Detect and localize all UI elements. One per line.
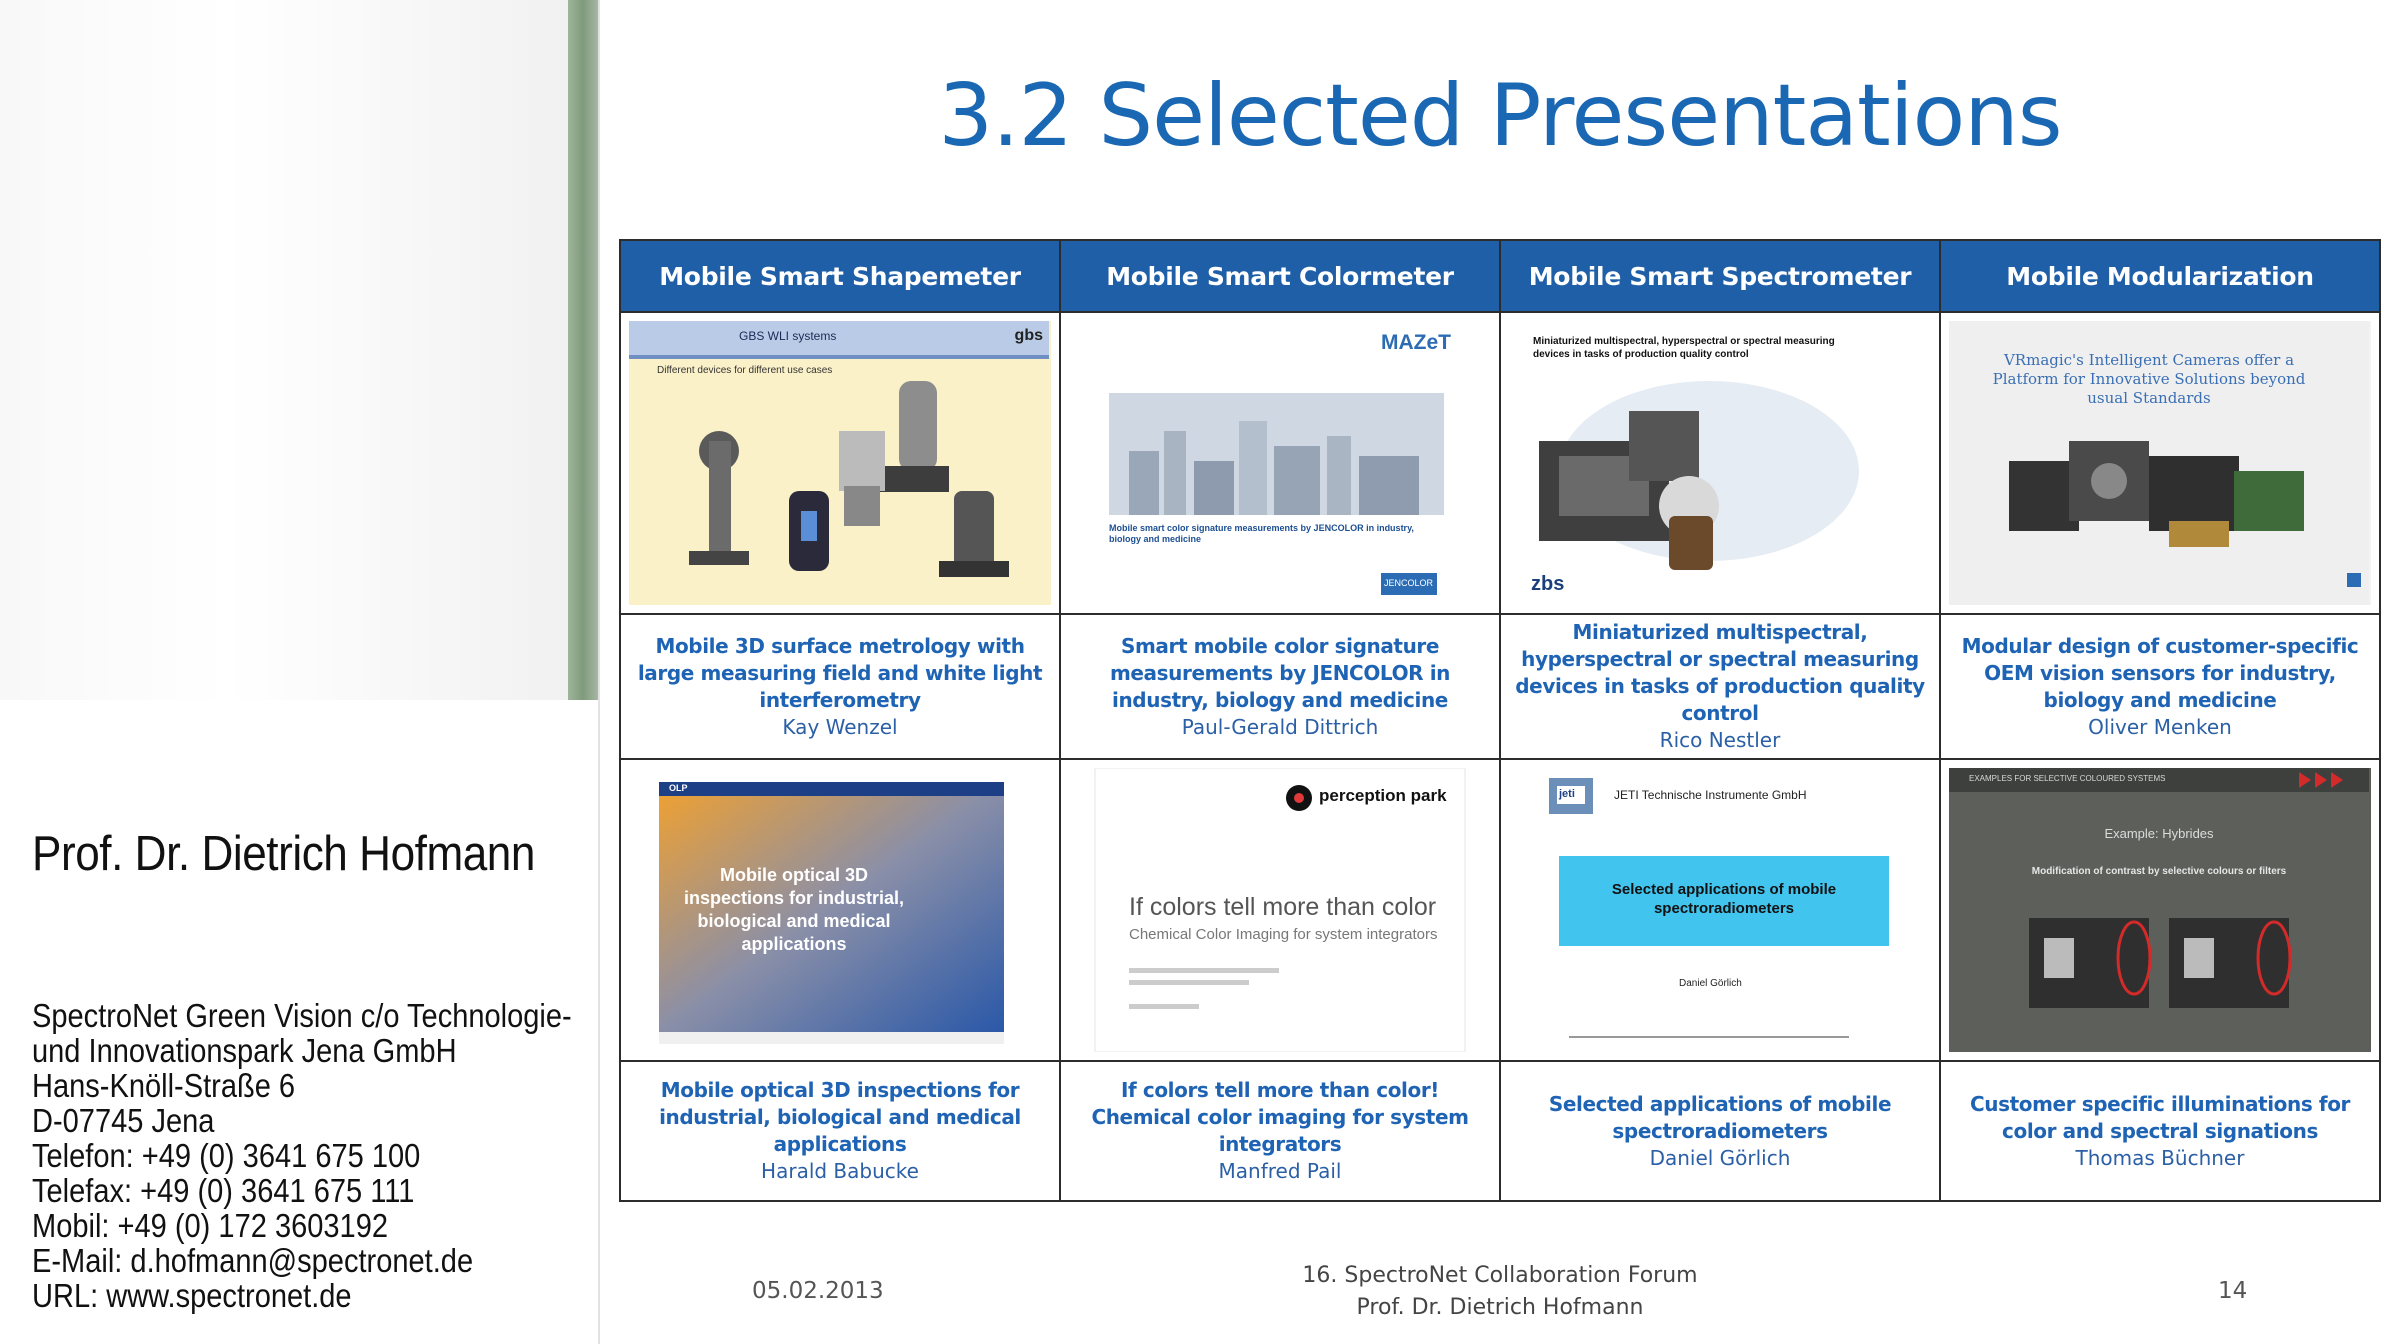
presentation-title: Modular design of customer-specific OEM …	[1961, 633, 2359, 712]
slide-title: 3.2 Selected Presentations	[938, 66, 2062, 166]
presentation-caption: Modular design of customer-specific OEM …	[1939, 613, 2381, 760]
thumb-hyb-title: Example: Hybrides	[2104, 826, 2214, 841]
thumb-hyb-header: EXAMPLES FOR SELECTIVE COLOURED SYSTEMS	[1969, 774, 2166, 783]
contact-line: D-07745 Jena	[32, 1102, 215, 1139]
thumbnail-cell: EXAMPLES FOR SELECTIVE COLOURED SYSTEMS …	[1939, 758, 2381, 1062]
thumb-olp-title: Mobile optical 3D inspections for indust…	[683, 865, 905, 954]
olp-logo: OLP	[669, 783, 688, 793]
thumb-mazet-title: Mobile smart color signature measurement…	[1109, 523, 1414, 544]
thumb-hyb-sub: Modification of contrast by selective co…	[2031, 866, 2287, 877]
presentation-title: Mobile optical 3D inspections for indust…	[659, 1078, 1021, 1156]
presentation-author: Rico Nestler	[1659, 728, 1781, 752]
table-row: Mobile 3D surface metrology with large m…	[619, 613, 2381, 760]
thumb-vrmagic-title: VRmagic's Intelligent Cameras offer a Pl…	[1992, 351, 2306, 407]
footer-page-number: 14	[2218, 1278, 2248, 1304]
presentation-author: Manfred Pail	[1218, 1159, 1342, 1183]
column-header: Mobile Smart Spectrometer	[1499, 239, 1941, 313]
perception-park-logo: perception park	[1319, 786, 1447, 805]
presentation-slide: 3.2 Selected Presentations Mobile Smart …	[600, 0, 2400, 1344]
thumbnail-cell: Miniaturized multispectral, hyperspectra…	[1499, 311, 1941, 615]
speaker-name: Prof. Dr. Dietrich Hofmann	[32, 827, 535, 881]
presentation-caption: If colors tell more than color! Chemical…	[1059, 1060, 1501, 1202]
contact-url: URL: www.spectronet.de	[32, 1277, 352, 1314]
table-row: Mobile optical 3D inspections for indust…	[619, 1060, 2381, 1202]
slide-thumbnail-jeti: jeti JETI Technische Instrumente GmbH Se…	[1509, 768, 1931, 1052]
column-header: Mobile Smart Colormeter	[1059, 239, 1501, 313]
thumbnail-cell: GBS WLI systems Different devices for di…	[619, 311, 1061, 615]
presentation-title: Smart mobile color signature measurement…	[1109, 633, 1451, 712]
presentation-title: Miniaturized multispectral, hyperspectra…	[1515, 620, 1925, 725]
slide-thumbnail-hybrides: EXAMPLES FOR SELECTIVE COLOURED SYSTEMS …	[1949, 768, 2371, 1052]
presentation-title: If colors tell more than color! Chemical…	[1091, 1078, 1469, 1156]
table-header-row: Mobile Smart Shapemeter Mobile Smart Col…	[619, 239, 2381, 313]
contact-phone: Telefon: +49 (0) 3641 675 100	[32, 1137, 421, 1174]
presentation-author: Thomas Büchner	[2075, 1145, 2245, 1170]
jeti-company: JETI Technische Instrumente GmbH	[1614, 788, 1807, 802]
speaker-contact-block: SpectroNet Green Vision c/o Technologie-…	[32, 998, 592, 1313]
presentation-title: Mobile 3D surface metrology with large m…	[637, 633, 1043, 712]
presentation-author: Kay Wenzel	[782, 714, 898, 739]
thumb-gbs-sub: Different devices for different use case…	[657, 365, 833, 376]
video-border	[568, 0, 598, 700]
thumb-pp-sub: Chemical Color Imaging for system integr…	[1129, 926, 1438, 943]
presentation-author: Daniel Görlich	[1649, 1145, 1791, 1170]
contact-line: SpectroNet Green Vision c/o Technologie-	[32, 997, 572, 1034]
presentation-author: Harald Babucke	[761, 1159, 919, 1183]
slide-thumbnail-mazet: MAZeT Mobile smart color signature measu…	[1069, 321, 1491, 605]
contact-mobile: Mobil: +49 (0) 172 3603192	[32, 1207, 389, 1244]
slide-thumbnail-olp: OLP Mobile optical 3D inspections for in…	[629, 768, 1051, 1052]
footer-event-block: 16. SpectroNet Collaboration Forum Prof.…	[1200, 1260, 1800, 1324]
slide-thumbnail-perception-park: perception park If colors tell more than…	[1069, 768, 1491, 1052]
slide-thumbnail-gbs: GBS WLI systems Different devices for di…	[629, 321, 1051, 605]
thumb-pp-title: If colors tell more than color	[1129, 893, 1437, 921]
table-row: OLP Mobile optical 3D inspections for in…	[619, 758, 2381, 1062]
zbs-logo: zbs	[1531, 573, 1565, 595]
presentation-author: Oliver Menken	[2088, 714, 2232, 739]
slide-thumbnail-vrmagic: VRmagic's Intelligent Cameras offer a Pl…	[1949, 321, 2371, 605]
presentation-caption: Selected applications of mobile spectror…	[1499, 1060, 1941, 1202]
thumbnail-cell: OLP Mobile optical 3D inspections for in…	[619, 758, 1061, 1062]
thumbnail-cell: perception park If colors tell more than…	[1059, 758, 1501, 1062]
presentation-caption: Customer specific illuminations for colo…	[1939, 1060, 2381, 1202]
footer-date: 05.02.2013	[752, 1278, 884, 1304]
thumbnail-cell: VRmagic's Intelligent Cameras offer a Pl…	[1939, 311, 2381, 615]
jeti-logo: jeti	[1559, 788, 1575, 800]
slide-thumbnail-zbs: Miniaturized multispectral, hyperspectra…	[1509, 321, 1931, 605]
presentation-author: Paul-Gerald Dittrich	[1181, 714, 1379, 739]
thumb-zbs-title: Miniaturized multispectral, hyperspectra…	[1533, 336, 1835, 360]
contact-email: E-Mail: d.hofmann@spectronet.de	[32, 1242, 474, 1279]
presentation-caption: Mobile 3D surface metrology with large m…	[619, 613, 1061, 760]
thumbnail-cell: jeti JETI Technische Instrumente GmbH Se…	[1499, 758, 1941, 1062]
thumb-gbs-header: GBS WLI systems	[739, 329, 837, 343]
jeti-author: Daniel Görlich	[1679, 978, 1742, 989]
jencolor-logo: JENCOLOR	[1384, 578, 1434, 588]
presentation-title: Customer specific illuminations for colo…	[1969, 1091, 2351, 1143]
contact-line: Hans-Knöll-Straße 6	[32, 1067, 296, 1104]
footer-presenter: Prof. Dr. Dietrich Hofmann	[1356, 1295, 1644, 1320]
thumbnail-cell: MAZeT Mobile smart color signature measu…	[1059, 311, 1501, 615]
presentation-caption: Mobile optical 3D inspections for indust…	[619, 1060, 1061, 1202]
presentation-caption: Smart mobile color signature measurement…	[1059, 613, 1501, 760]
contact-fax: Telefax: +49 (0) 3641 675 111	[32, 1172, 415, 1209]
presentations-table: Mobile Smart Shapemeter Mobile Smart Col…	[619, 239, 2381, 1202]
gbs-logo: gbs	[1014, 327, 1043, 344]
thumb-jeti-box: Selected applications of mobile spectror…	[1611, 881, 1837, 917]
contact-line: und Innovationspark Jena GmbH	[32, 1032, 457, 1069]
mazet-logo: MAZeT	[1381, 331, 1451, 354]
table-row: GBS WLI systems Different devices for di…	[619, 311, 2381, 615]
presentation-title: Selected applications of mobile spectror…	[1548, 1091, 1892, 1143]
speaker-video	[0, 0, 568, 700]
speaker-panel: Prof. Dr. Dietrich Hofmann SpectroNet Gr…	[0, 0, 600, 1344]
footer-event: 16. SpectroNet Collaboration Forum	[1302, 1263, 1698, 1288]
column-header: Mobile Smart Shapemeter	[619, 239, 1061, 313]
column-header: Mobile Modularization	[1939, 239, 2381, 313]
presentation-caption: Miniaturized multispectral, hyperspectra…	[1499, 613, 1941, 760]
